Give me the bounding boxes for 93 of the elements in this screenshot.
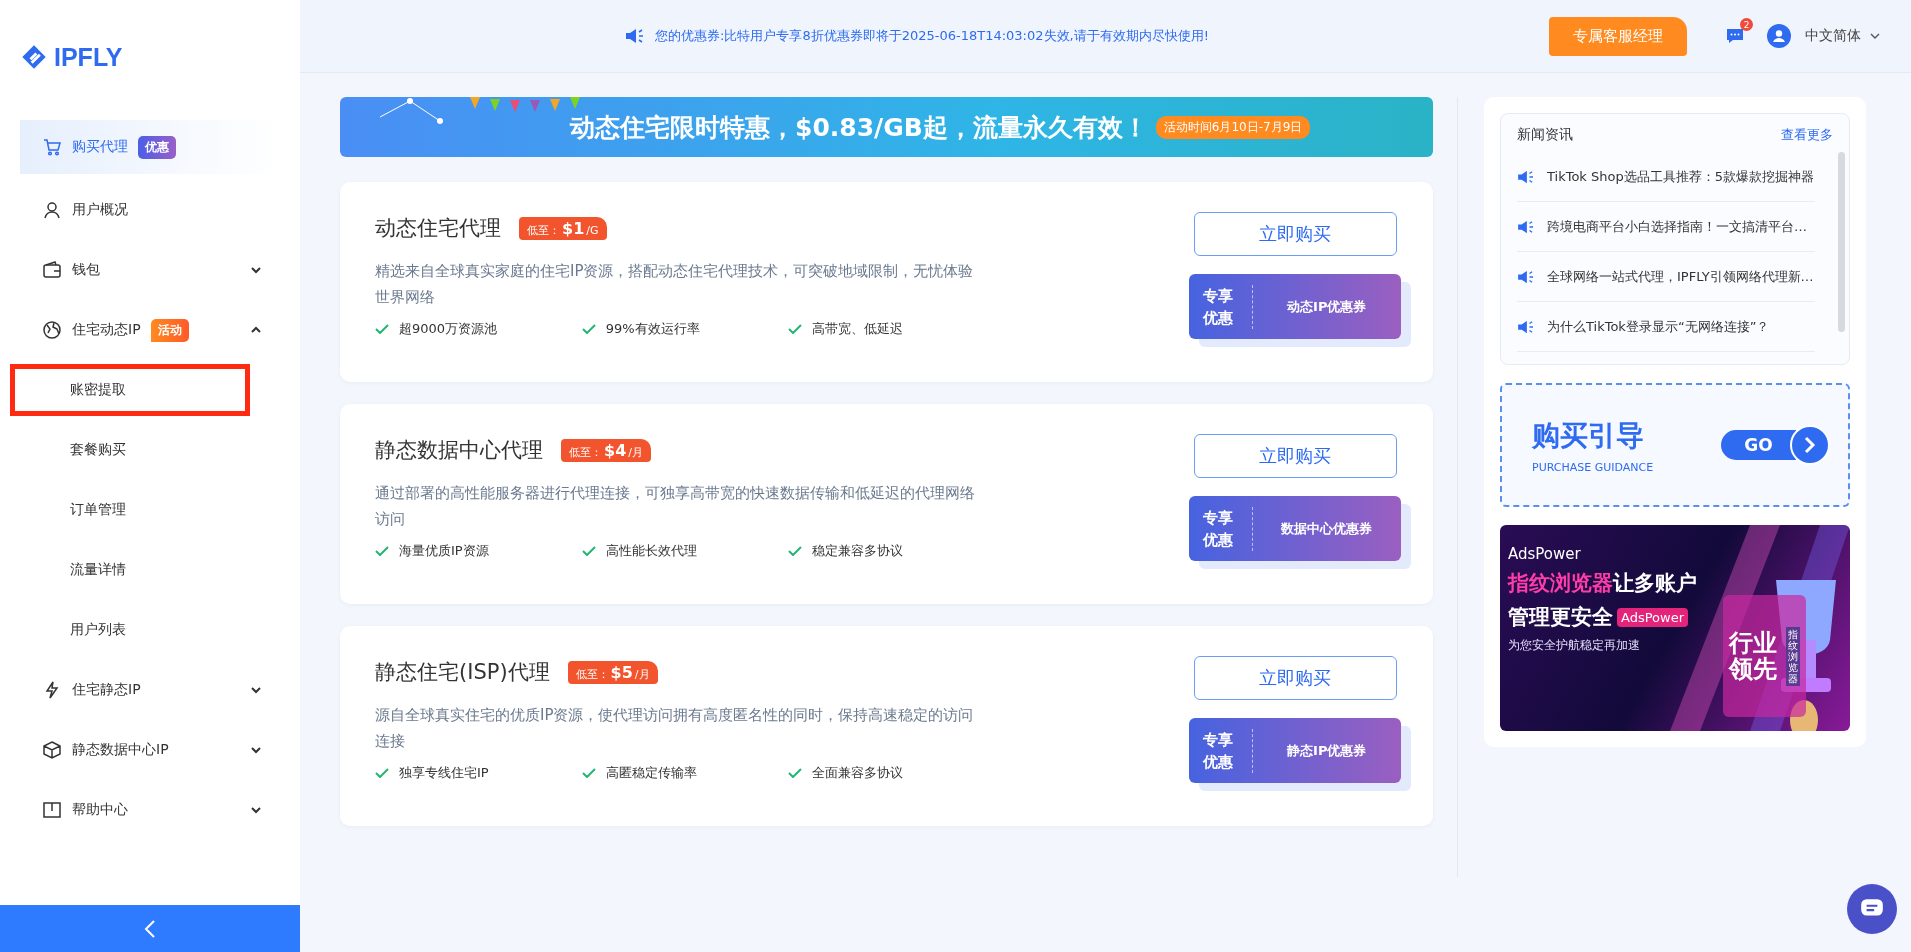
- buy-now-button[interactable]: 立即购买: [1193, 656, 1397, 700]
- ad-side-tag: 指纹浏览器: [1785, 626, 1800, 686]
- nav-subitem[interactable]: 账密提取: [10, 364, 250, 416]
- promo-period: 活动时间6月10日-7月9日: [1155, 115, 1311, 139]
- chevron-down-icon: [250, 684, 262, 696]
- nav-item[interactable]: 住宅动态IP 活动: [20, 300, 280, 360]
- news-title: 新闻资讯: [1517, 126, 1573, 144]
- coupon-tag: 专享优惠: [1189, 284, 1253, 329]
- scrollbar[interactable]: [1838, 152, 1845, 332]
- checkmark-icon: [788, 546, 803, 556]
- megaphone-icon: [625, 28, 645, 44]
- price-badge: 低至：$1/G: [519, 216, 607, 240]
- feature-text: 全面兼容多协议: [812, 764, 904, 782]
- promo-headline: 动态住宅限时特惠，$0.83/GB起，流量永久有效！: [570, 111, 1148, 144]
- coupon-tag: 专享优惠: [1189, 506, 1253, 551]
- nav-item[interactable]: 钱包: [20, 240, 280, 300]
- product-description: 源自全球真实住宅的优质IP资源，使代理访问拥有高度匿名性的同时，保持高速稳定的访问连接: [375, 705, 975, 752]
- cube-icon: [42, 740, 62, 760]
- chevron-left-icon: [144, 918, 156, 939]
- nav-badge: 活动: [150, 318, 189, 342]
- purchase-guide-card[interactable]: 购买引导 PURCHASE GUIDANCE GO: [1500, 383, 1850, 507]
- checkmark-icon: [375, 324, 389, 334]
- nav-item[interactable]: 静态数据中心IP: [20, 720, 280, 780]
- feature-text: 稳定兼容多协议: [812, 542, 904, 560]
- ad-tag: AdsPower: [1617, 607, 1688, 627]
- wallet-icon: [42, 260, 62, 280]
- product-title: 静态住宅(ISP)代理: [375, 659, 550, 686]
- megaphone-icon: [1517, 319, 1535, 334]
- coupon-tag: 专享优惠: [1189, 728, 1253, 773]
- price-badge: 低至：$4/月: [561, 438, 651, 462]
- ad-headline: 指纹浏览器让多账户: [1508, 570, 1698, 597]
- megaphone-icon: [1517, 269, 1535, 284]
- globe-icon: [42, 320, 62, 340]
- nav-badge: 优惠: [138, 135, 176, 159]
- product-title: 动态住宅代理: [375, 215, 501, 242]
- guide-title: 购买引导: [1532, 417, 1645, 454]
- chevron-down-icon: [250, 744, 262, 756]
- chevron-down-icon: [250, 264, 262, 276]
- feature-text: 独享专线住宅IP: [399, 764, 489, 782]
- user-icon: [42, 200, 62, 220]
- product-description: 通过部署的高性能服务器进行代理连接，可独享高带宽的快速数据传输和低延迟的代理网络访问: [375, 483, 976, 530]
- feature-text: 海量优质IP资源: [399, 542, 489, 560]
- nav-item[interactable]: 帮助中心: [20, 780, 280, 840]
- news-item[interactable]: 为什么TikTok登录显示“无网络连接”？: [1517, 302, 1815, 352]
- news-item[interactable]: 全球网络一站式代理，IPFLY引领网络代理新…: [1517, 252, 1815, 302]
- ad-headline: 管理更安全: [1508, 604, 1613, 631]
- notice-text: 您的优惠券:比特用户专享8折优惠券即将于2025-06-18T14:03:02失效,请于有效期内尽快使用!: [655, 27, 1209, 45]
- checkmark-icon: [581, 546, 596, 556]
- avatar-icon[interactable]: [1767, 24, 1791, 48]
- checkmark-icon: [375, 546, 389, 556]
- chat-icon[interactable]: [1725, 26, 1745, 46]
- guide-subtitle: PURCHASE GUIDANCE: [1532, 460, 1654, 474]
- coupon-name: 静态IP优惠券: [1286, 741, 1368, 760]
- nav-item[interactable]: 住宅静态IP: [20, 660, 280, 720]
- buy-now-button[interactable]: 立即购买: [1193, 434, 1397, 478]
- megaphone-icon: [1517, 169, 1535, 184]
- feature-text: 高带宽、低延迟: [812, 320, 904, 338]
- product-description: 精选来自全球真实家庭的住宅IP资源，搭配动态住宅代理技术，可突破地域限制，无忧体验世界网络: [375, 261, 975, 308]
- checkmark-icon: [581, 324, 596, 334]
- chevron-down-icon: [250, 804, 262, 816]
- ad-side-title: 行业领先: [1729, 629, 1778, 683]
- checkmark-icon: [788, 768, 803, 778]
- nav-subitem[interactable]: 订单管理: [0, 480, 250, 540]
- news-item[interactable]: 跨境电商平台小白选择指南！一文搞清平台…: [1517, 202, 1815, 252]
- megaphone-icon: [1517, 219, 1535, 234]
- nav-subitem[interactable]: 用户列表: [0, 600, 250, 660]
- checkmark-icon: [581, 768, 596, 778]
- price-badge: 低至：$5/月: [567, 660, 658, 684]
- checkmark-icon: [375, 768, 389, 778]
- chat-button[interactable]: [1847, 884, 1897, 934]
- feature-text: 超9000万资源池: [399, 320, 498, 338]
- ad-slogan: 为您安全护航稳定再加速: [1508, 637, 1641, 654]
- message-count-badge: 2: [1740, 18, 1753, 31]
- nav-item[interactable]: 用户概况: [20, 180, 280, 240]
- nav-subitem[interactable]: 流量详情: [0, 540, 250, 600]
- coupon-name: 动态IP优惠券: [1286, 297, 1368, 316]
- feature-text: 高性能长效代理: [605, 542, 697, 560]
- feature-text: 高匿稳定传输率: [605, 764, 697, 782]
- nav-subitem[interactable]: 套餐购买: [0, 420, 250, 480]
- go-button[interactable]: GO: [1721, 430, 1796, 460]
- language-select[interactable]: 中文简体: [1805, 27, 1881, 45]
- ad-brand: AdsPower: [1508, 545, 1582, 563]
- book-icon: [42, 800, 62, 820]
- news-item[interactable]: TikTok Shop选品工具推荐：5款爆款挖掘神器: [1517, 152, 1815, 202]
- product-title: 静态数据中心代理: [375, 437, 543, 464]
- checkmark-icon: [788, 324, 803, 334]
- ipfly-logo[interactable]: IPFLY: [0, 0, 300, 72]
- cart-icon: [42, 137, 62, 157]
- buy-now-button[interactable]: 立即购买: [1193, 212, 1397, 256]
- feature-text: 99%有效运行率: [605, 320, 700, 338]
- arrow-right-icon[interactable]: [1790, 425, 1830, 465]
- view-more-link[interactable]: 查看更多: [1781, 126, 1833, 144]
- coupon-name: 数据中心优惠券: [1280, 519, 1374, 538]
